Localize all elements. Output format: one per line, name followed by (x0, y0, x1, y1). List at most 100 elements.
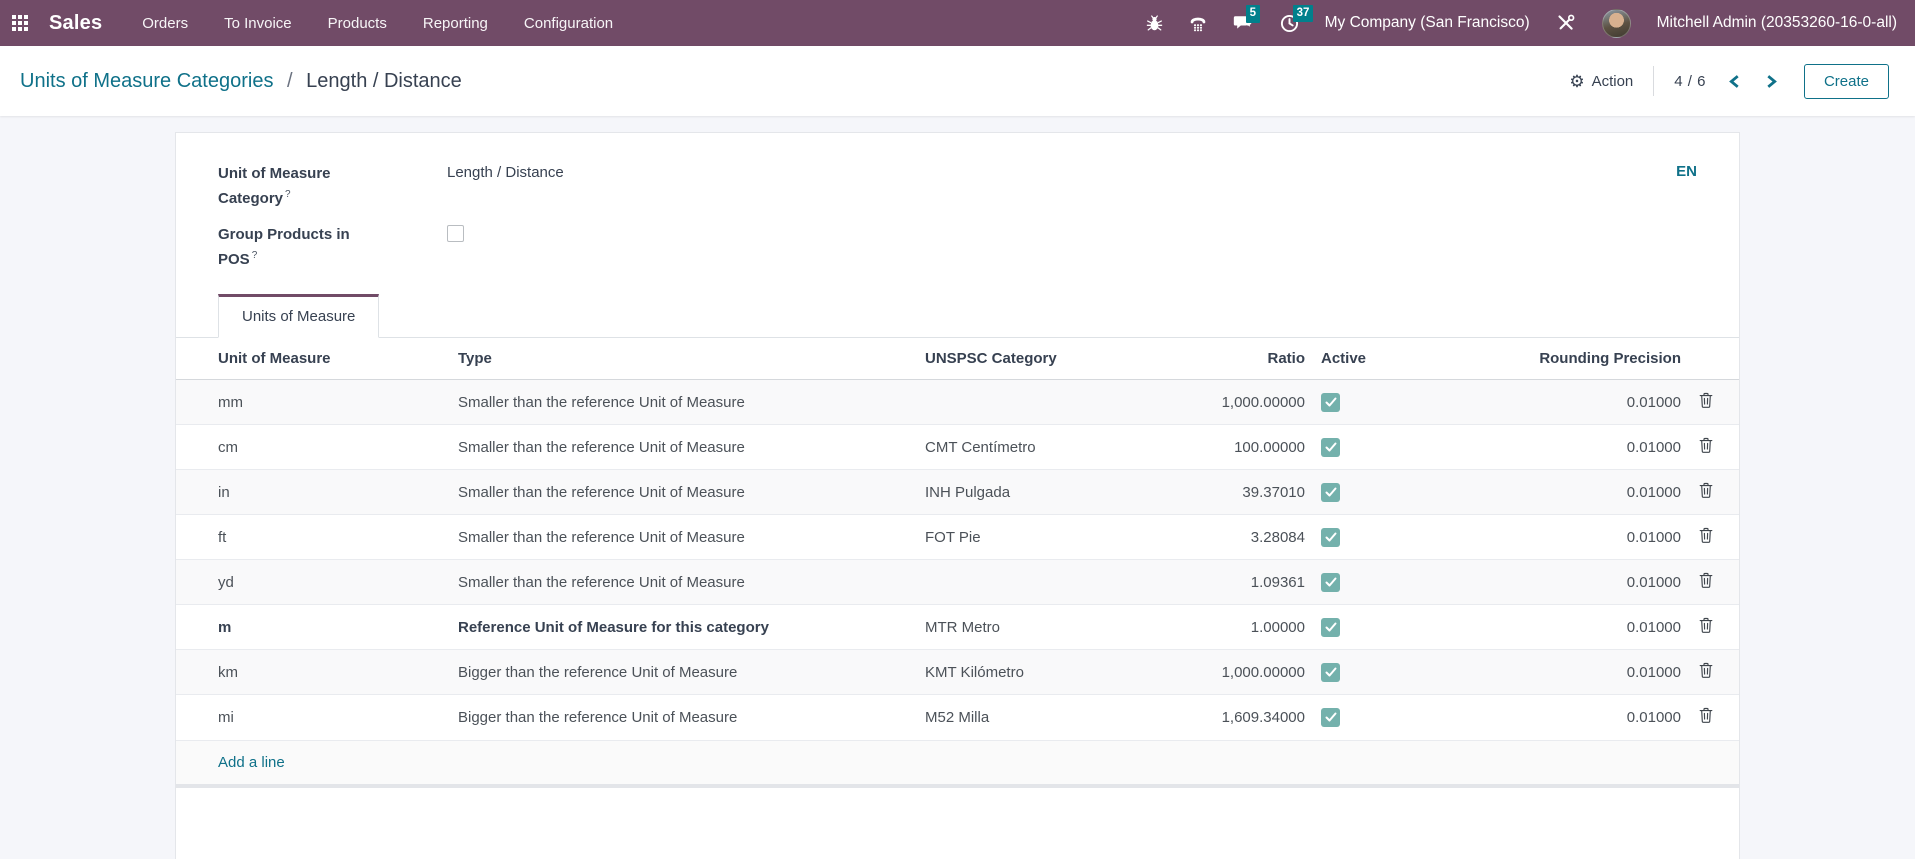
ratio-cell[interactable]: 1.09361 (1155, 560, 1313, 605)
uom-category-value[interactable]: Length / Distance (447, 163, 564, 181)
table-row[interactable]: mm Smaller than the reference Unit of Me… (176, 380, 1739, 425)
active-checkbox[interactable] (1321, 573, 1340, 592)
header-unit-of-measure[interactable]: Unit of Measure (176, 338, 450, 380)
trash-icon[interactable] (1699, 707, 1713, 723)
uom-cell[interactable]: ft (176, 515, 450, 560)
messages-icon[interactable]: 5 (1233, 14, 1254, 32)
rounding-precision-cell[interactable]: 0.01000 (1401, 515, 1689, 560)
pager-previous-button[interactable] (1726, 72, 1743, 91)
header-type[interactable]: Type (450, 338, 917, 380)
table-row[interactable]: yd Smaller than the reference Unit of Me… (176, 560, 1739, 605)
content-area: Unit of Measure Category? Length / Dista… (0, 116, 1915, 859)
trash-icon[interactable] (1699, 527, 1713, 543)
unspsc-category-cell[interactable]: INH Pulgada (917, 470, 1155, 515)
header-rounding-precision[interactable]: Rounding Precision (1401, 338, 1689, 380)
active-checkbox[interactable] (1321, 393, 1340, 412)
create-button[interactable]: Create (1804, 64, 1889, 99)
trash-icon[interactable] (1699, 617, 1713, 633)
ratio-cell[interactable]: 1,609.34000 (1155, 695, 1313, 740)
uom-cell[interactable]: yd (176, 560, 450, 605)
rounding-precision-cell[interactable]: 0.01000 (1401, 560, 1689, 605)
ratio-cell[interactable]: 1,000.00000 (1155, 650, 1313, 695)
user-menu[interactable]: Mitchell Admin (20353260-16-0-all) (1657, 14, 1897, 32)
table-row[interactable]: ft Smaller than the reference Unit of Me… (176, 515, 1739, 560)
pager-value[interactable]: 4 / 6 (1674, 73, 1706, 90)
ratio-cell[interactable]: 39.37010 (1155, 470, 1313, 515)
type-cell[interactable]: Smaller than the reference Unit of Measu… (450, 470, 917, 515)
header-unspsc-category[interactable]: UNSPSC Category (917, 338, 1155, 380)
active-checkbox[interactable] (1321, 618, 1340, 637)
uom-cell[interactable]: in (176, 470, 450, 515)
activity-clock-icon[interactable]: 37 (1280, 14, 1299, 33)
type-cell[interactable]: Smaller than the reference Unit of Measu… (450, 425, 917, 470)
dialer-icon[interactable] (1189, 15, 1207, 32)
menu-orders[interactable]: Orders (142, 15, 188, 32)
header-actions (1689, 338, 1739, 380)
bug-icon[interactable] (1146, 15, 1163, 32)
active-checkbox[interactable] (1321, 663, 1340, 682)
tools-icon[interactable] (1556, 14, 1576, 32)
unspsc-category-cell[interactable]: CMT Centímetro (917, 425, 1155, 470)
menu-products[interactable]: Products (328, 15, 387, 32)
trash-icon[interactable] (1699, 437, 1713, 453)
unspsc-category-cell[interactable]: FOT Pie (917, 515, 1155, 560)
ratio-cell[interactable]: 1.00000 (1155, 605, 1313, 650)
header-ratio[interactable]: Ratio (1155, 338, 1313, 380)
avatar[interactable] (1602, 9, 1631, 38)
active-cell (1313, 380, 1401, 425)
type-cell[interactable]: Smaller than the reference Unit of Measu… (450, 380, 917, 425)
active-checkbox[interactable] (1321, 483, 1340, 502)
rounding-precision-cell[interactable]: 0.01000 (1401, 650, 1689, 695)
trash-icon[interactable] (1699, 392, 1713, 408)
active-checkbox[interactable] (1321, 528, 1340, 547)
group-pos-checkbox[interactable] (447, 225, 464, 242)
rounding-precision-cell[interactable]: 0.01000 (1401, 380, 1689, 425)
uom-cell[interactable]: km (176, 650, 450, 695)
unspsc-category-cell[interactable] (917, 380, 1155, 425)
table-row[interactable]: in Smaller than the reference Unit of Me… (176, 470, 1739, 515)
unspsc-category-cell[interactable]: M52 Milla (917, 695, 1155, 740)
breadcrumb-parent-link[interactable]: Units of Measure Categories (20, 70, 273, 92)
trash-icon[interactable] (1699, 482, 1713, 498)
type-cell[interactable]: Bigger than the reference Unit of Measur… (450, 695, 917, 740)
type-cell[interactable]: Smaller than the reference Unit of Measu… (450, 560, 917, 605)
type-cell[interactable]: Bigger than the reference Unit of Measur… (450, 650, 917, 695)
menu-to-invoice[interactable]: To Invoice (224, 15, 292, 32)
uom-cell[interactable]: m (176, 605, 450, 650)
add-a-line-link[interactable]: Add a line (176, 740, 1739, 788)
company-switcher[interactable]: My Company (San Francisco) (1325, 14, 1530, 32)
ratio-cell[interactable]: 3.28084 (1155, 515, 1313, 560)
rounding-precision-cell[interactable]: 0.01000 (1401, 425, 1689, 470)
apps-grid-icon[interactable] (12, 15, 28, 31)
uom-cell[interactable]: cm (176, 425, 450, 470)
language-badge[interactable]: EN (1676, 163, 1697, 180)
uom-cell[interactable]: mi (176, 695, 450, 740)
menu-reporting[interactable]: Reporting (423, 15, 488, 32)
menu-configuration[interactable]: Configuration (524, 15, 613, 32)
uom-cell[interactable]: mm (176, 380, 450, 425)
trash-icon[interactable] (1699, 662, 1713, 678)
type-cell[interactable]: Reference Unit of Measure for this categ… (450, 605, 917, 650)
action-button[interactable]: ⚙ Action (1569, 73, 1633, 90)
pager-next-button[interactable] (1763, 72, 1780, 91)
type-cell[interactable]: Smaller than the reference Unit of Measu… (450, 515, 917, 560)
tab-units-of-measure[interactable]: Units of Measure (218, 294, 379, 338)
rounding-precision-cell[interactable]: 0.01000 (1401, 695, 1689, 740)
active-checkbox[interactable] (1321, 438, 1340, 457)
trash-icon[interactable] (1699, 572, 1713, 588)
ratio-cell[interactable]: 1,000.00000 (1155, 380, 1313, 425)
table-row[interactable]: cm Smaller than the reference Unit of Me… (176, 425, 1739, 470)
ratio-cell[interactable]: 100.00000 (1155, 425, 1313, 470)
table-row[interactable]: km Bigger than the reference Unit of Mea… (176, 650, 1739, 695)
unspsc-category-cell[interactable] (917, 560, 1155, 605)
breadcrumb: Units of Measure Categories / Length / D… (20, 70, 462, 93)
unspsc-category-cell[interactable]: KMT Kilómetro (917, 650, 1155, 695)
rounding-precision-cell[interactable]: 0.01000 (1401, 470, 1689, 515)
header-active[interactable]: Active (1313, 338, 1401, 380)
table-row[interactable]: m Reference Unit of Measure for this cat… (176, 605, 1739, 650)
active-checkbox[interactable] (1321, 708, 1340, 727)
rounding-precision-cell[interactable]: 0.01000 (1401, 605, 1689, 650)
app-name[interactable]: Sales (49, 12, 102, 35)
table-row[interactable]: mi Bigger than the reference Unit of Mea… (176, 695, 1739, 740)
unspsc-category-cell[interactable]: MTR Metro (917, 605, 1155, 650)
